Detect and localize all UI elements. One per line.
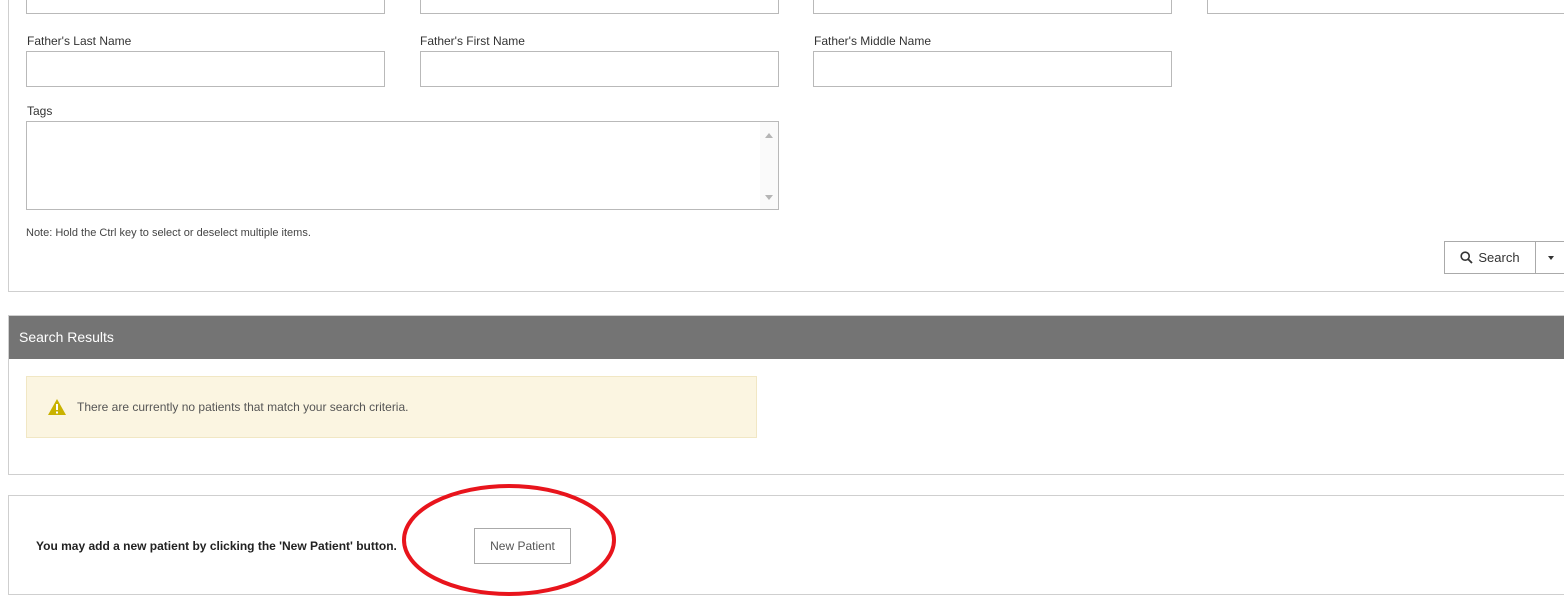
top-input-4[interactable] xyxy=(1207,0,1564,14)
search-results-panel: Search Results There are currently no pa… xyxy=(8,315,1564,475)
warning-icon xyxy=(48,399,66,415)
fathers-first-name-field[interactable] xyxy=(420,51,779,87)
new-patient-button[interactable]: New Patient xyxy=(474,528,571,564)
top-input-3[interactable] xyxy=(813,0,1172,14)
search-options-dropdown[interactable] xyxy=(1536,241,1564,274)
chevron-down-icon xyxy=(1547,255,1554,260)
fathers-last-name-label: Father's Last Name xyxy=(27,34,132,48)
add-patient-panel: You may add a new patient by clicking th… xyxy=(8,495,1564,595)
no-results-message: There are currently no patients that mat… xyxy=(77,400,409,414)
multiselect-note: Note: Hold the Ctrl key to select or des… xyxy=(26,227,311,239)
search-button[interactable]: Search xyxy=(1444,241,1536,274)
no-results-alert: There are currently no patients that mat… xyxy=(26,376,757,438)
tags-label: Tags xyxy=(27,104,53,118)
fathers-middle-name-field[interactable] xyxy=(813,51,1172,87)
tags-scrollbar[interactable] xyxy=(760,122,778,209)
top-input-2[interactable] xyxy=(420,0,779,14)
scroll-down-icon[interactable] xyxy=(765,195,773,200)
search-button-label: Search xyxy=(1478,250,1520,265)
search-results-header: Search Results xyxy=(9,316,1564,359)
scroll-up-icon[interactable] xyxy=(765,133,773,138)
fathers-first-name-label: Father's First Name xyxy=(420,34,525,48)
tags-multiselect[interactable] xyxy=(26,121,779,210)
add-patient-instructions: You may add a new patient by clicking th… xyxy=(36,539,397,553)
fathers-middle-name-label: Father's Middle Name xyxy=(814,34,931,48)
search-button-group: Search xyxy=(1444,241,1564,274)
fathers-last-name-field[interactable] xyxy=(26,51,385,87)
top-input-1[interactable] xyxy=(26,0,385,14)
search-icon xyxy=(1460,251,1474,264)
